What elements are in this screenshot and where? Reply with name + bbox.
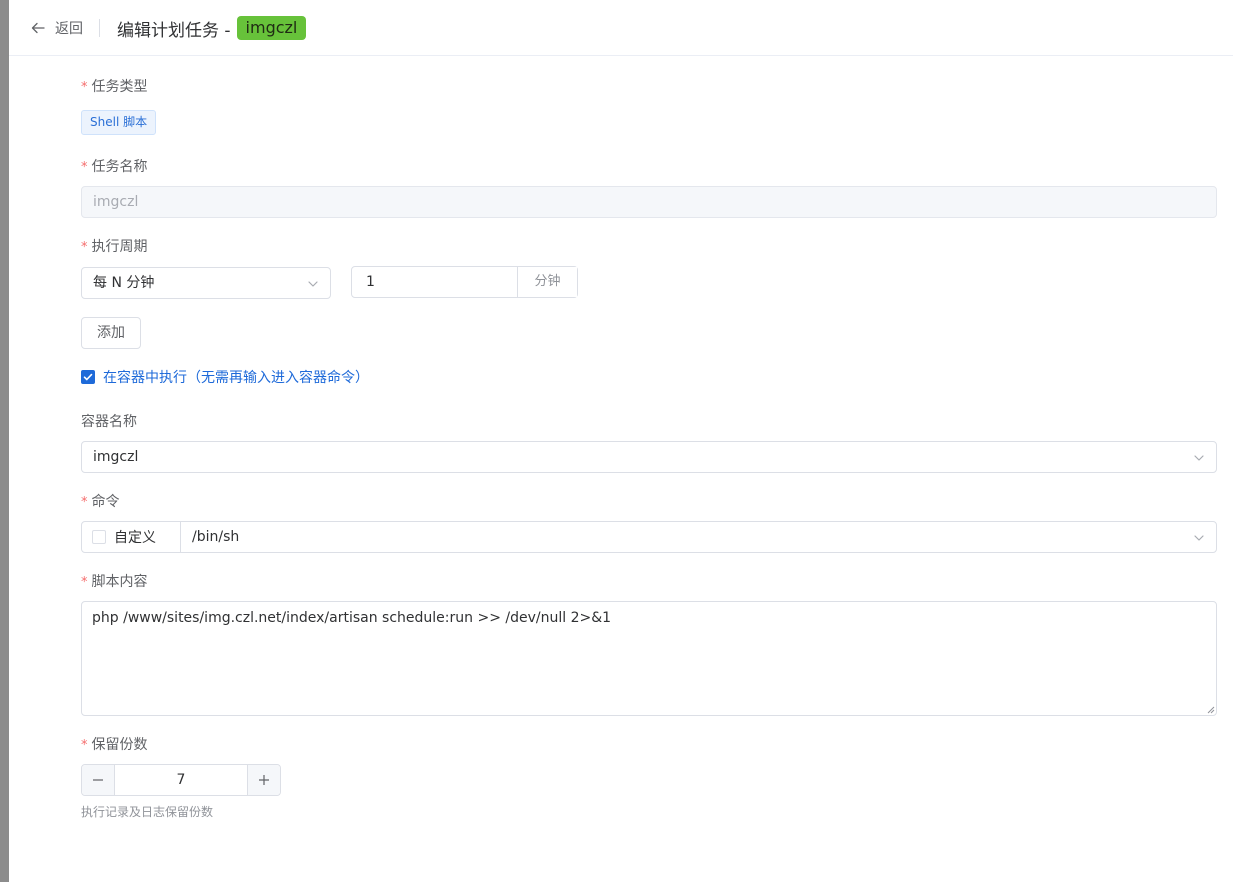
left-edge-strip [0,0,9,882]
command-label: * 命令 [81,494,120,510]
decrement-button[interactable] [82,765,115,795]
arrow-left-icon [31,22,45,34]
script-content[interactable]: php /www/sites/img.czl.net/index/artisan… [92,610,611,626]
period-unit: 分钟 [517,267,577,297]
in-container-label[interactable]: 在容器中执行（无需再输入进入容器命令） [103,367,369,387]
period-number-input[interactable]: 1 分钟 [351,266,578,298]
header-divider [99,19,100,37]
period-label: * 执行周期 [81,239,148,255]
add-period-button[interactable]: 添加 [81,317,141,349]
in-container-checkbox[interactable]: 在容器中执行（无需再输入进入容器命令） [81,367,369,387]
command-select-value: /bin/sh [192,529,240,545]
container-select-value: imgczl [93,449,139,465]
page-title: 编辑计划任务 - imgczl [117,14,307,42]
plus-icon [259,775,269,785]
script-textarea[interactable]: php /www/sites/img.czl.net/index/artisan… [81,601,1217,716]
increment-button[interactable] [247,765,280,795]
page-title-text: 编辑计划任务 - [117,20,231,41]
command-select[interactable]: /bin/sh [180,521,1217,553]
checkbox-checked-icon[interactable] [81,370,95,384]
container-select[interactable]: imgczl [81,441,1217,473]
task-name-input[interactable]: imgczl [81,186,1217,218]
required-mark: * [81,738,88,753]
container-name-label: 容器名称 [81,414,137,430]
retain-label: * 保留份数 [81,737,148,753]
task-type-label: * 任务类型 [81,79,148,95]
task-name-tag: imgczl [236,16,307,40]
required-mark: * [81,160,88,175]
period-number-value[interactable]: 1 [352,267,517,297]
retain-value[interactable]: 7 [115,765,247,795]
script-label: * 脚本内容 [81,574,148,590]
period-type-value: 每 N 分钟 [93,275,155,291]
task-type-tag: Shell 脚本 [81,110,157,135]
checkbox-empty-icon[interactable] [92,530,106,544]
required-mark: * [81,80,88,95]
required-mark: * [81,495,88,510]
custom-command-checkbox[interactable]: 自定义 [81,521,181,553]
task-name-label: * 任务名称 [81,159,148,175]
retain-stepper: 7 [81,764,281,796]
chevron-down-icon [1194,535,1204,541]
required-mark: * [81,575,88,590]
command-group: 自定义 /bin/sh [81,521,1217,553]
back-label: 返回 [55,21,83,37]
retain-help-text: 执行记录及日志保留份数 [81,805,214,819]
resize-handle-icon[interactable] [1205,704,1215,714]
page-header: 返回 编辑计划任务 - imgczl [9,0,1233,56]
chevron-down-icon [1194,455,1204,461]
custom-command-label[interactable]: 自定义 [114,527,156,547]
back-button[interactable]: 返回 [31,18,83,38]
chevron-down-icon [308,281,318,287]
period-type-select[interactable]: 每 N 分钟 [81,267,331,299]
minus-icon [93,779,103,781]
required-mark: * [81,240,88,255]
